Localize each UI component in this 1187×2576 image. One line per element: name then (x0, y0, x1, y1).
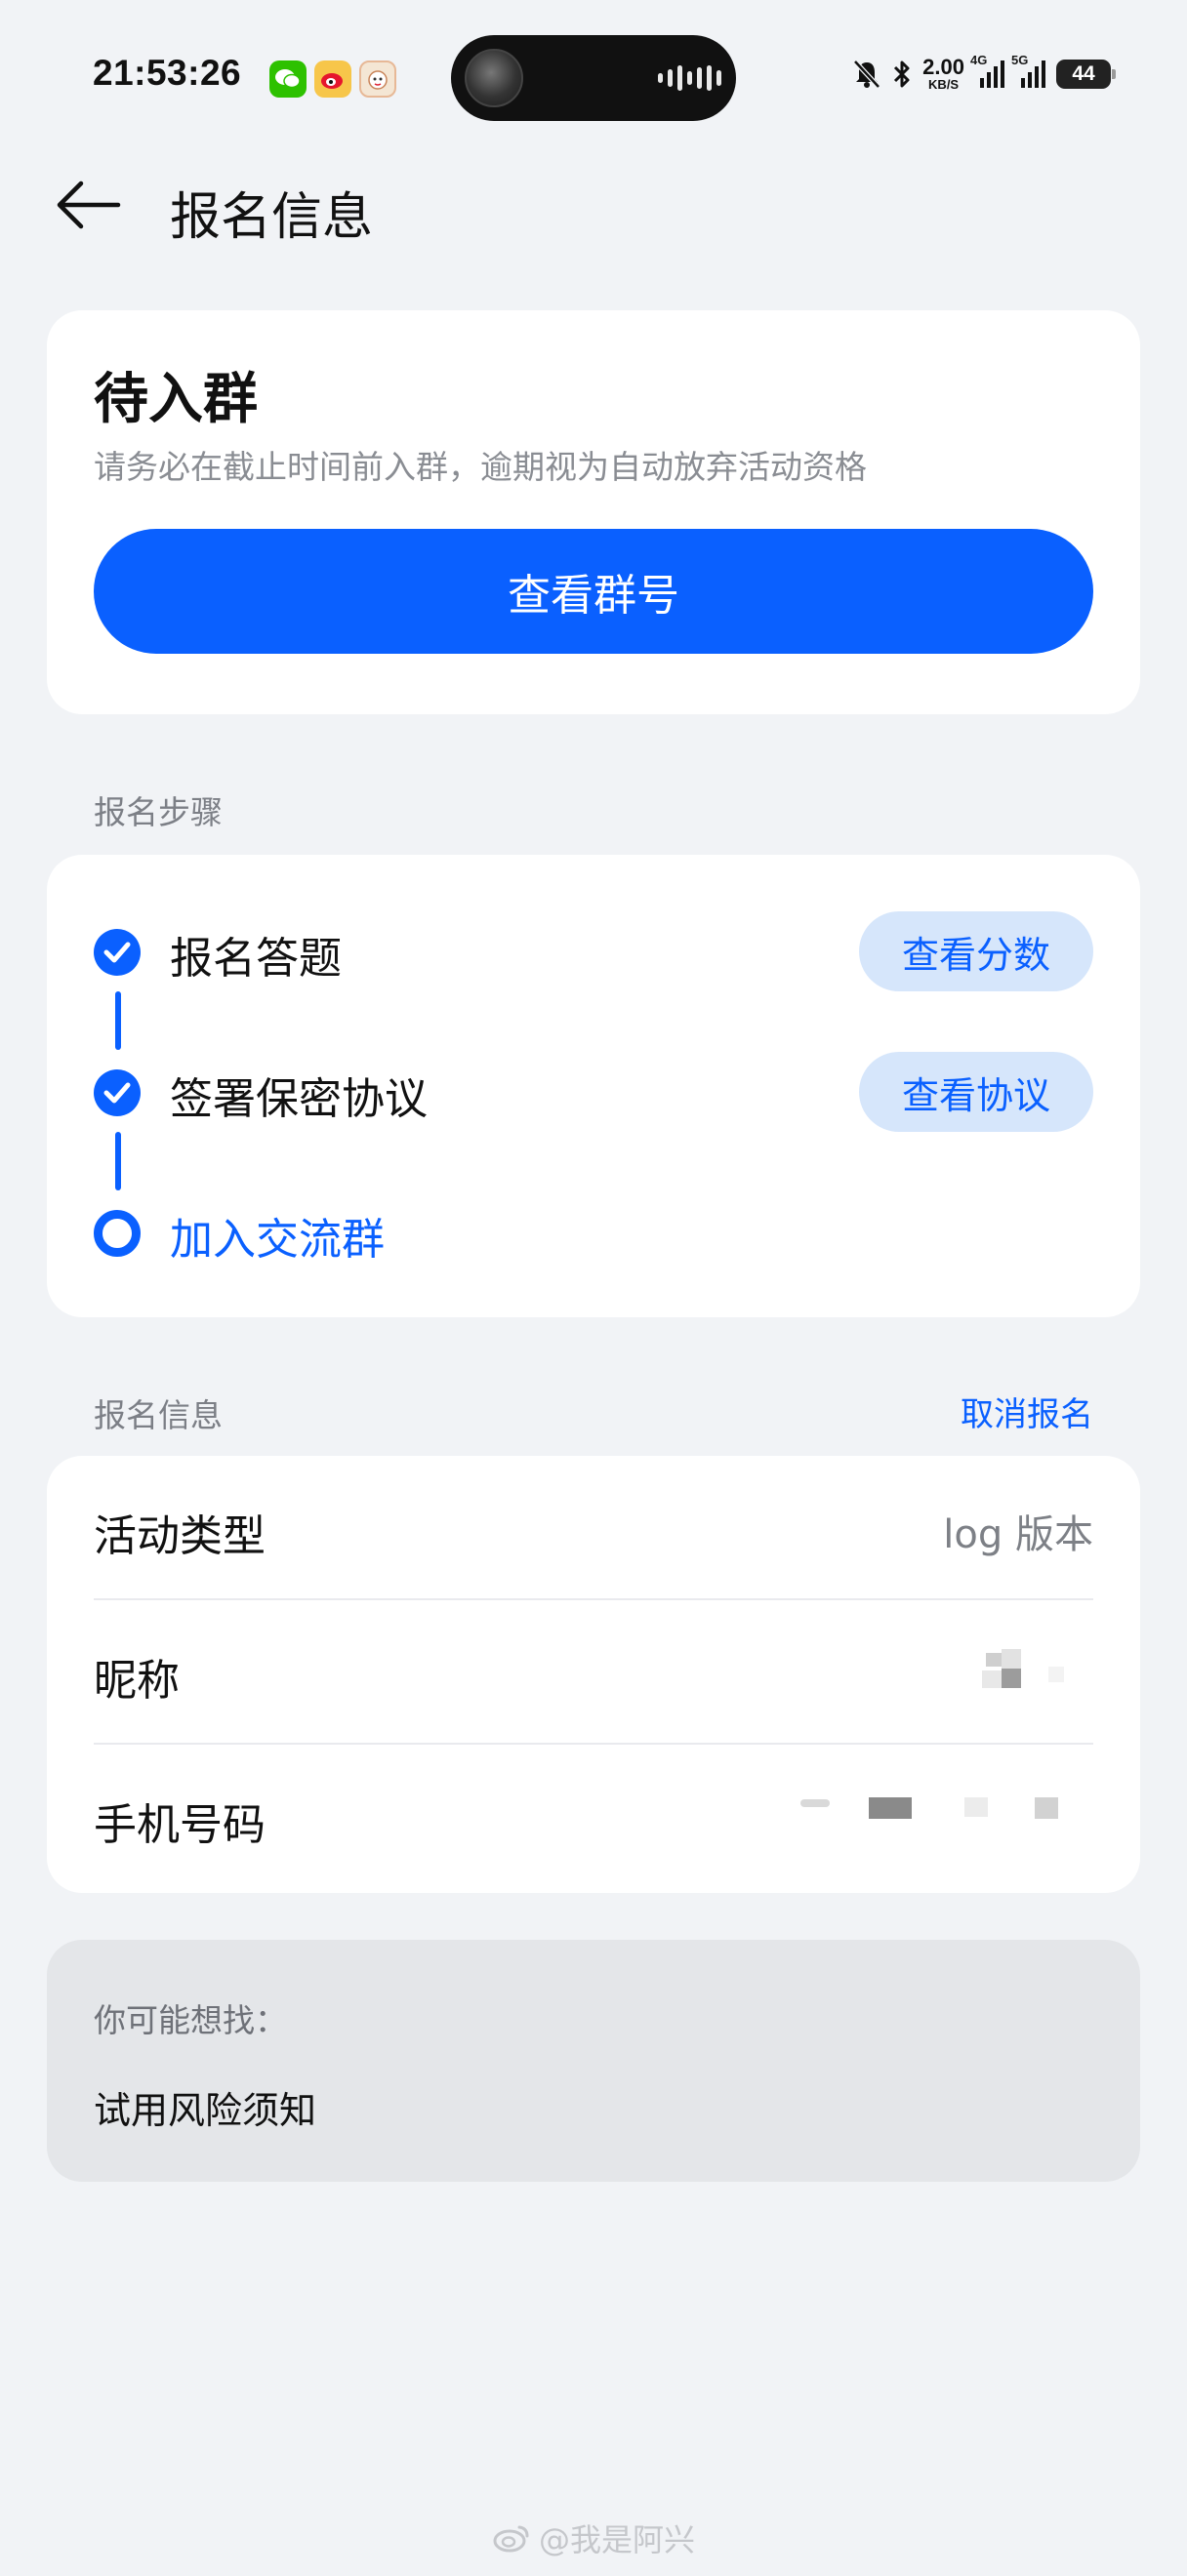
status-description: 请务必在截止时间前入群，逾期视为自动放弃活动资格 (94, 448, 867, 486)
audio-wave-icon (658, 64, 721, 92)
redacted-phone (800, 1793, 1093, 1842)
trial-risk-notice-link[interactable]: 试用风险须知 (94, 2080, 316, 2134)
network-speed-unit: KB/S (928, 77, 960, 92)
step-item: 报名答题 查看分数 (94, 911, 1093, 991)
bluetooth-icon (891, 59, 913, 90)
info-section-label: 报名信息 (94, 1396, 223, 1434)
status-title: 待入群 (94, 368, 258, 431)
suggestions-card: 你可能想找： 试用风险须知 (47, 1940, 1140, 2182)
info-row-phone: 手机号码 (94, 1745, 1093, 1889)
now-playing-cover (465, 49, 523, 107)
step-connector (115, 991, 121, 1050)
weibo-icon (314, 60, 351, 98)
weibo-logo-icon (493, 2525, 529, 2553)
steps-section-label: 报名步骤 (94, 793, 223, 831)
dynamic-island[interactable] (451, 35, 736, 121)
app-header: 报名信息 (0, 156, 1187, 254)
info-label: 活动类型 (94, 1511, 266, 1561)
network-speed-value: 2.00 (922, 55, 964, 79)
network-type-1: 4G (970, 52, 988, 67)
step-label: 报名答题 (170, 934, 342, 984)
status-time: 21:53:26 (93, 53, 242, 93)
step-item: 加入交流群 (94, 1192, 1093, 1270)
signal-4g-icon: 4G (970, 53, 1005, 90)
info-row-nickname: 昵称 (94, 1600, 1093, 1745)
wechat-icon (269, 60, 307, 98)
network-type-2: 5G (1011, 52, 1029, 67)
step-label-current: 加入交流群 (170, 1215, 385, 1265)
info-label: 手机号码 (94, 1800, 266, 1850)
network-speed: 2.00 KB/S (922, 55, 964, 92)
status-bar: 21:53:26 2.00 KB/S 4G 5G 44 (0, 0, 1187, 146)
current-step-circle-icon (94, 1210, 141, 1257)
notification-icons (269, 60, 396, 98)
check-circle-icon (94, 929, 141, 976)
info-row-activity-type: 活动类型 log 版本 (94, 1456, 1093, 1600)
battery-indicator: 44 (1056, 59, 1116, 89)
page-title: 报名信息 (170, 188, 374, 247)
redacted-nickname (800, 1649, 1093, 1698)
step-connector (115, 1132, 121, 1190)
view-agreement-button[interactable]: 查看协议 (859, 1052, 1093, 1132)
signal-5g-icon: 5G (1011, 53, 1046, 90)
group-status-card: 待入群 请务必在截止时间前入群，逾期视为自动放弃活动资格 查看群号 (47, 310, 1140, 714)
arrow-left-icon (57, 181, 121, 229)
steps-card: 报名答题 查看分数 签署保密协议 查看协议 加入交流群 (47, 855, 1140, 1317)
registration-info-card: 活动类型 log 版本 昵称 手机号码 (47, 1456, 1140, 1893)
app-mascot-icon (359, 60, 396, 98)
info-label: 昵称 (94, 1656, 180, 1706)
view-score-button[interactable]: 查看分数 (859, 911, 1093, 991)
suggestions-label: 你可能想找： (94, 2001, 287, 2039)
step-label: 签署保密协议 (170, 1074, 428, 1124)
check-circle-icon (94, 1069, 141, 1116)
view-group-number-button[interactable]: 查看群号 (94, 529, 1093, 654)
step-item: 签署保密协议 查看协议 (94, 1052, 1093, 1132)
mute-icon (852, 59, 881, 90)
system-status: 2.00 KB/S 4G 5G 44 (852, 53, 1116, 92)
cancel-registration-link[interactable]: 取消报名 (961, 1388, 1093, 1435)
info-value: log 版本 (943, 1512, 1093, 1557)
watermark-text: @我是阿兴 (538, 2521, 695, 2558)
back-button[interactable] (51, 174, 125, 236)
watermark: @我是阿兴 (0, 2516, 1187, 2560)
